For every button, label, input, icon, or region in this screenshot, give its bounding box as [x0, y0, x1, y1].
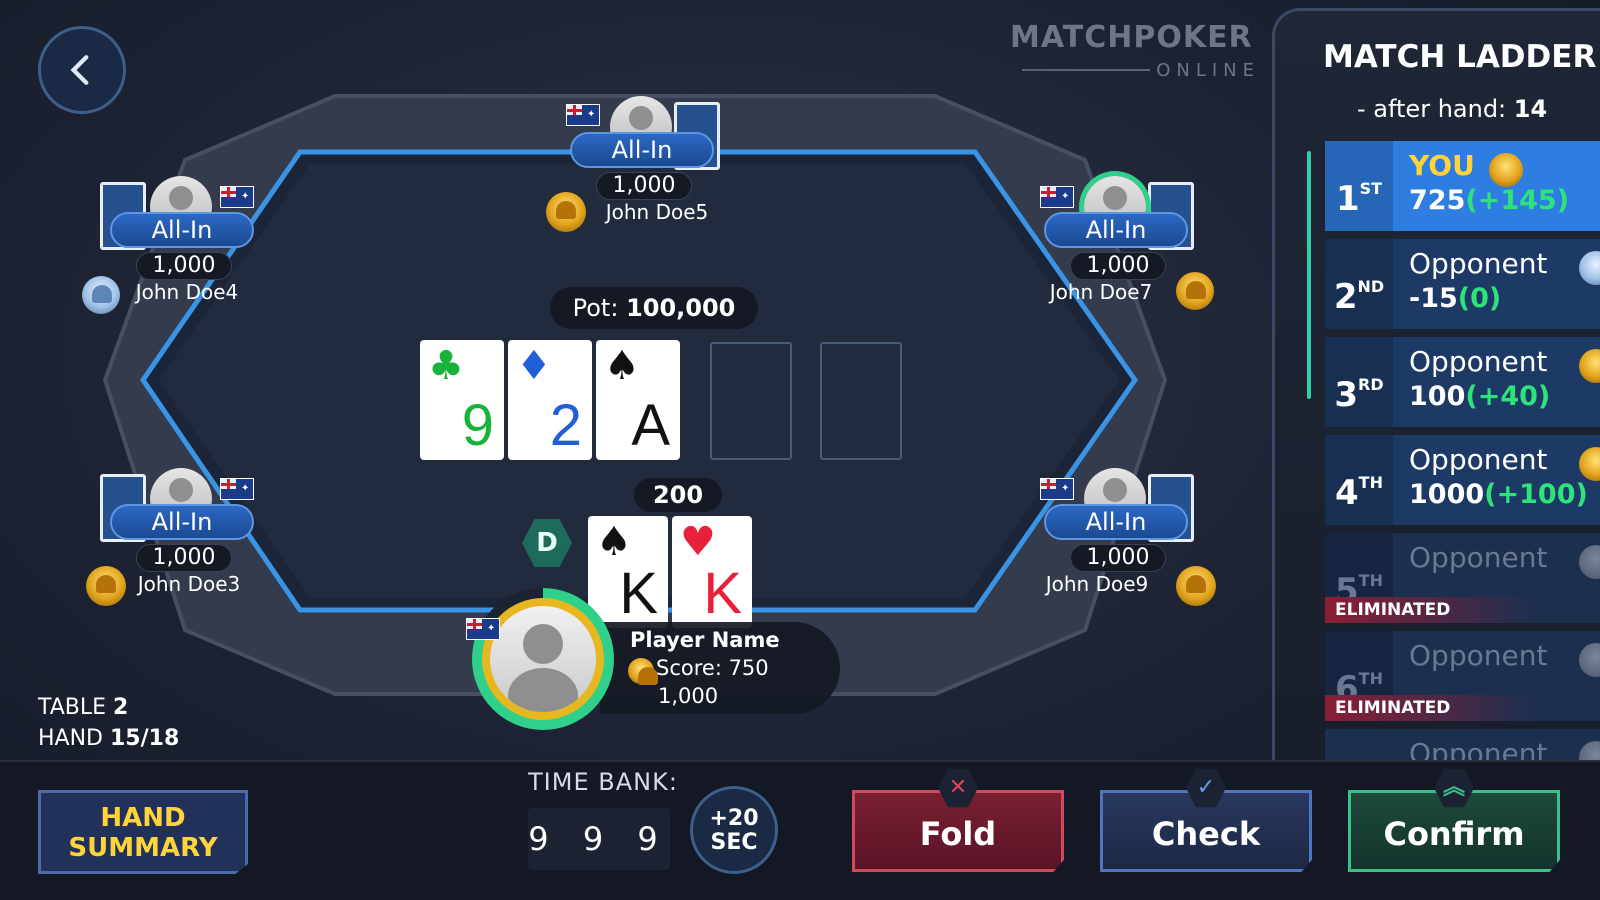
- seat-right-bottom[interactable]: All-In 1,000 John Doe9: [1026, 468, 1216, 618]
- pot-display: Pot: 100,000: [550, 287, 758, 329]
- australia-flag-icon: [1040, 186, 1074, 208]
- chip-count: 1,000: [596, 172, 692, 200]
- grey-rank-badge-icon: [1579, 643, 1600, 677]
- silver-rank-badge-icon: [1579, 251, 1600, 285]
- grey-rank-badge-icon: [1579, 741, 1600, 760]
- diamond-suit-icon: ♦: [516, 343, 552, 389]
- empty-card-slot: [820, 342, 902, 460]
- chip-count: 1,000: [1070, 544, 1166, 572]
- grey-rank-badge-icon: [1579, 545, 1600, 579]
- gold-rank-badge-icon: [546, 192, 586, 232]
- silver-rank-badge-icon: [82, 276, 120, 314]
- player-name: John Doe5: [605, 200, 709, 224]
- status-badge: All-In: [570, 132, 714, 168]
- ladder-row[interactable]: 3RD Opponent 100(+40): [1325, 337, 1600, 427]
- player-bet: 200: [634, 478, 722, 512]
- ladder-title: MATCH LADDER: [1323, 39, 1597, 75]
- australia-flag-icon: [220, 478, 254, 500]
- chip-count: 1,000: [136, 544, 232, 572]
- table-info: TABLE 2 HAND 15/18: [38, 695, 180, 751]
- matchpoker-logo: MATCHPOKER ONLINE: [1010, 20, 1260, 81]
- ladder-row[interactable]: 6TH Opponent ELIMINATED: [1325, 631, 1600, 721]
- club-suit-icon: ♣: [428, 343, 464, 389]
- chip-count: 1,000: [1070, 252, 1166, 280]
- player-info-panel: Player Name Score: 750 1,000: [600, 622, 840, 714]
- gold-rank-badge-icon: [86, 566, 126, 606]
- time-bank-label: TIME BANK:: [528, 768, 678, 796]
- gold-rank-badge-icon: [1579, 447, 1600, 481]
- player-name: John Doe3: [137, 572, 241, 596]
- australia-flag-icon: [466, 618, 500, 640]
- seat-left-bottom[interactable]: All-In 1,000 John Doe3: [86, 468, 272, 618]
- player-avatar-timer[interactable]: [472, 588, 614, 730]
- player-stack: 1,000: [658, 684, 719, 708]
- australia-flag-icon: [1040, 478, 1074, 500]
- eliminated-badge: ELIMINATED: [1325, 695, 1535, 721]
- ladder-subtitle: - after hand: 14: [1357, 95, 1548, 123]
- gold-rank-badge-icon: [628, 658, 658, 685]
- hole-card: ♠ K: [588, 516, 668, 628]
- status-badge: All-In: [110, 504, 254, 540]
- gold-rank-badge-icon: [1176, 566, 1216, 606]
- hole-card: ♥ K: [672, 516, 752, 628]
- spade-suit-icon: ♠: [596, 519, 632, 565]
- ladder-scrollbar[interactable]: [1307, 151, 1311, 399]
- hand-summary-button[interactable]: HAND SUMMARY: [38, 790, 248, 874]
- add-time-button[interactable]: +20 SEC: [690, 786, 778, 874]
- ladder-row[interactable]: Opponent: [1325, 729, 1600, 760]
- board-card: ♠ A: [596, 340, 680, 460]
- gold-rank-badge-icon: [1579, 349, 1600, 383]
- australia-flag-icon: [566, 104, 600, 126]
- ladder-row[interactable]: 4TH Opponent 1000(+100): [1325, 435, 1600, 525]
- empty-card-slot: [710, 342, 792, 460]
- status-badge: All-In: [1044, 212, 1188, 248]
- gold-rank-badge-icon: [1489, 153, 1523, 187]
- seat-left-top[interactable]: All-In 1,000 John Doe4: [82, 176, 272, 326]
- time-bank-counter: 9 9 9: [528, 808, 670, 870]
- board-card: ♦ 2: [508, 340, 592, 460]
- status-badge: All-In: [110, 212, 254, 248]
- player-name: John Doe7: [1049, 280, 1153, 304]
- spade-suit-icon: ♠: [604, 343, 640, 389]
- heart-suit-icon: ♥: [680, 519, 716, 565]
- ladder-row[interactable]: 5TH Opponent ELIMINATED: [1325, 533, 1600, 623]
- match-ladder-panel: MATCH LADDER - after hand: 14 1ST YOU 72…: [1272, 8, 1600, 760]
- ladder-row[interactable]: 1ST YOU 725(+145): [1325, 141, 1600, 231]
- player-name: Player Name: [630, 628, 780, 652]
- player-name: John Doe9: [1045, 572, 1149, 596]
- player-name: John Doe4: [135, 280, 239, 304]
- board-card: ♣ 9: [420, 340, 504, 460]
- eliminated-badge: ELIMINATED: [1325, 597, 1535, 623]
- australia-flag-icon: [220, 186, 254, 208]
- seat-right-top[interactable]: All-In 1,000 John Doe7: [1026, 176, 1214, 326]
- ladder-row[interactable]: 2ND Opponent -15(0): [1325, 239, 1600, 329]
- seat-top[interactable]: All-In 1,000 John Doe5: [546, 96, 732, 246]
- chevron-left-icon: [70, 55, 89, 85]
- status-badge: All-In: [1044, 504, 1188, 540]
- player-score: Score: 750: [656, 656, 769, 680]
- chip-count: 1,000: [136, 252, 232, 280]
- gold-rank-badge-icon: [1176, 272, 1214, 310]
- avatar: [490, 606, 596, 712]
